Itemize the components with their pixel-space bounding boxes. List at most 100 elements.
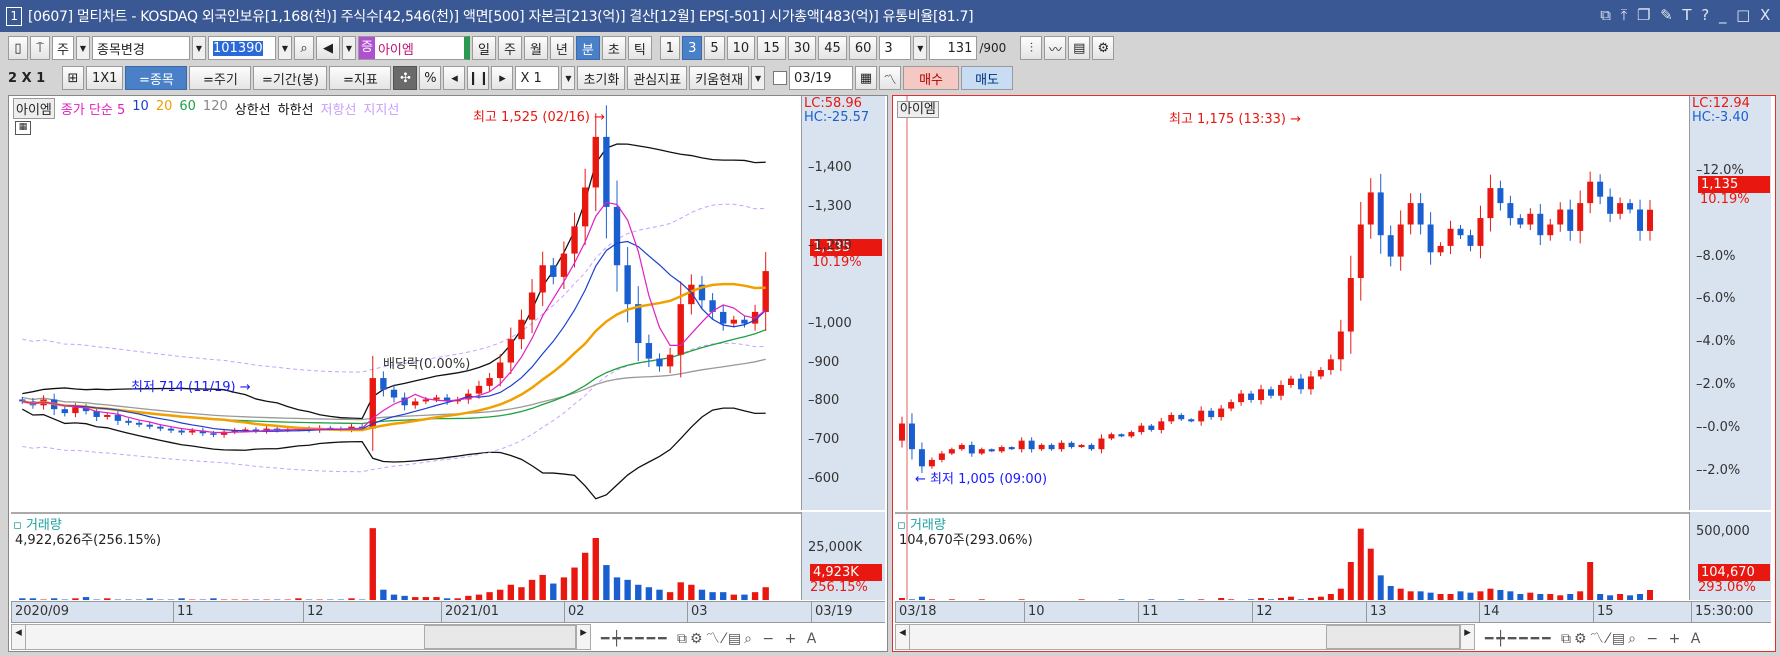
scroll-left-icon[interactable]: ◂ bbox=[12, 625, 26, 649]
legend-item[interactable]: 10 bbox=[132, 99, 149, 118]
chevron-down-icon[interactable]: ▼ bbox=[192, 36, 206, 60]
scroll-right-icon[interactable]: ▸ bbox=[1460, 625, 1474, 649]
window-control-3[interactable]: ✎ bbox=[1660, 6, 1673, 24]
window-control-0[interactable]: ⧉ bbox=[1600, 6, 1611, 24]
sync-stock-button[interactable]: =종목 bbox=[125, 66, 188, 90]
line-add-icon[interactable]: 〰 bbox=[1044, 36, 1067, 60]
gear-icon[interactable]: ⚙ bbox=[1092, 36, 1115, 60]
chevron-down-icon[interactable]: ▼ bbox=[561, 66, 576, 90]
scroll-thumb[interactable] bbox=[1326, 625, 1460, 649]
period-day[interactable]: 일 bbox=[472, 36, 496, 60]
window-control-1[interactable]: ⤒ bbox=[1621, 6, 1628, 24]
window-control-8[interactable]: X bbox=[1760, 6, 1770, 24]
window-control-4[interactable]: T bbox=[1682, 6, 1691, 24]
calendar-icon[interactable]: ▦ bbox=[855, 66, 878, 90]
legend-item[interactable]: 하한선 bbox=[278, 99, 314, 118]
date-checkbox[interactable] bbox=[773, 71, 788, 85]
horizontal-scrollbar[interactable]: ◂ ▸ bbox=[895, 624, 1475, 650]
sell-button[interactable]: 매도 bbox=[961, 66, 1014, 90]
date-input[interactable]: 03/19 bbox=[789, 66, 854, 90]
minute-45[interactable]: 45 bbox=[818, 36, 847, 60]
price-plot[interactable]: 아이엠 최고 1,175 (13:33) → ← 최저 1,005 (09:00… bbox=[895, 96, 1689, 510]
window-control-5[interactable]: ? bbox=[1701, 6, 1709, 24]
next-icon[interactable]: ▸ bbox=[491, 66, 514, 90]
table-icon[interactable]: ▦ bbox=[15, 121, 31, 135]
reset-button[interactable]: 초기화 bbox=[577, 66, 626, 90]
legend-item[interactable]: 상한선 bbox=[235, 99, 271, 118]
minute-5[interactable]: 5 bbox=[704, 36, 725, 60]
stock-label[interactable]: 아이엠 bbox=[13, 98, 55, 119]
scroll-thumb[interactable] bbox=[424, 625, 576, 649]
legend-item[interactable]: 20 bbox=[156, 99, 173, 118]
minute-60[interactable]: 60 bbox=[848, 36, 878, 60]
legend-item[interactable]: 120 bbox=[203, 99, 228, 118]
zoom-select[interactable]: X 1 bbox=[515, 66, 560, 90]
percent-button[interactable]: % bbox=[419, 66, 442, 90]
count-input[interactable]: 131 bbox=[929, 36, 978, 60]
change-stock-select[interactable]: 종목변경 bbox=[92, 36, 190, 60]
chart-lock-icon[interactable]: 〽 bbox=[879, 66, 902, 90]
horizontal-scrollbar[interactable]: ◂ ▸ bbox=[11, 624, 591, 650]
chevron-down-icon[interactable]: ▼ bbox=[342, 36, 356, 60]
stock-code-input[interactable]: 101390 bbox=[208, 36, 276, 60]
zoom-slider-icon[interactable]: ━┿━━━━ bbox=[601, 631, 670, 647]
search-icon[interactable]: ⌕ bbox=[294, 36, 314, 60]
legend-item[interactable]: 60 bbox=[179, 99, 196, 118]
candle-add-icon[interactable]: ⫶ bbox=[1020, 36, 1043, 60]
window-control-7[interactable]: □ bbox=[1736, 6, 1750, 24]
move-icon[interactable]: ✣ bbox=[393, 66, 418, 90]
prev-icon[interactable]: ◂ bbox=[443, 66, 466, 90]
percent-axis[interactable]: LC:12.94 HC:-3.40 1,135 10.19% –12.0% –8.… bbox=[1689, 96, 1771, 510]
unit-second[interactable]: 초 bbox=[601, 36, 626, 60]
legend-item[interactable]: 지지선 bbox=[363, 99, 399, 118]
tool-icons[interactable]: ⧉⚙〽⁄▤⌕ − + A bbox=[677, 631, 819, 647]
save-icon[interactable]: ▤ bbox=[1068, 36, 1091, 60]
chart-tools[interactable]: ━┿━━━━ ⧉⚙〽⁄▤⌕ − + A bbox=[1485, 628, 1703, 648]
layout-label[interactable]: 2 X 1 bbox=[8, 71, 60, 86]
grid-icon[interactable]: ⊞ bbox=[62, 66, 84, 90]
volume-plot[interactable]: ▫ 거래량 104,670주(293.06%) bbox=[895, 512, 1689, 600]
candle bbox=[380, 378, 387, 390]
legend-item[interactable]: 종가 단순 5 bbox=[61, 99, 125, 118]
sync-range-button[interactable]: =기간(봉) bbox=[253, 66, 328, 90]
chevron-down-icon[interactable]: ▼ bbox=[751, 66, 766, 90]
legend-item[interactable]: 저항선 bbox=[321, 99, 357, 118]
market-select[interactable]: 주 bbox=[52, 36, 74, 60]
sync-indicator-button[interactable]: =지표 bbox=[329, 66, 392, 90]
stock-label[interactable]: 아이엠 bbox=[897, 101, 939, 118]
sync-period-button[interactable]: =주기 bbox=[189, 66, 252, 90]
period-week[interactable]: 주 bbox=[497, 36, 522, 60]
zoom-slider-icon[interactable]: ━┿━━━━ bbox=[1485, 631, 1554, 647]
layout-1x1-button[interactable]: 1X1 bbox=[86, 66, 124, 90]
chevron-down-icon[interactable]: ▼ bbox=[913, 36, 928, 60]
interest-indicator-button[interactable]: 관심지표 bbox=[627, 66, 688, 90]
price-axis[interactable]: LC:58.96 HC:-25.57 1,135 10.19% –1,400 –1… bbox=[801, 96, 885, 510]
minute-3[interactable]: 3 bbox=[682, 36, 703, 60]
period-month[interactable]: 월 bbox=[523, 36, 548, 60]
window-control-6[interactable]: _ bbox=[1719, 6, 1727, 24]
panel-toggle-icon[interactable]: ▯ bbox=[8, 36, 28, 60]
kiwoom-current-button[interactable]: 키움현재 bbox=[689, 66, 750, 90]
chart-tools[interactable]: ━┿━━━━ ⧉⚙〽⁄▤⌕ − + A bbox=[601, 628, 819, 648]
volume-plot[interactable]: ▫ 거래량 4,922,626주(256.15%) bbox=[11, 512, 801, 600]
period-year[interactable]: 년 bbox=[549, 36, 574, 60]
chevron-down-icon[interactable]: ▼ bbox=[76, 36, 90, 60]
stock-name-field[interactable]: 증 아이엠 bbox=[358, 36, 470, 60]
sound-icon[interactable]: ◀︎ bbox=[316, 36, 340, 60]
pause-icon[interactable]: ❙❙ bbox=[467, 66, 490, 90]
minute-10[interactable]: 10 bbox=[726, 36, 756, 60]
minute-select[interactable]: 3 bbox=[879, 36, 912, 60]
scroll-right-icon[interactable]: ▸ bbox=[576, 625, 590, 649]
tool-icons[interactable]: ⧉⚙〽⁄▤⌕ − + A bbox=[1561, 631, 1703, 647]
minute-1[interactable]: 1 bbox=[659, 36, 681, 60]
chevron-down-icon[interactable]: ▼ bbox=[278, 36, 292, 60]
buy-button[interactable]: 매수 bbox=[903, 66, 960, 90]
price-plot[interactable]: 아이엠 종가 단순 5 10 20 60 120 상한선 하한선 저항선 지지선 ▦ 최고 1,… bbox=[11, 96, 801, 510]
scroll-left-icon[interactable]: ◂ bbox=[896, 625, 910, 649]
unit-tick[interactable]: 틱 bbox=[627, 36, 652, 60]
unit-minute[interactable]: 분 bbox=[575, 36, 600, 60]
minute-30[interactable]: 30 bbox=[787, 36, 817, 60]
window-control-2[interactable]: ❐ bbox=[1637, 6, 1650, 24]
minute-15[interactable]: 15 bbox=[757, 36, 786, 60]
pin-top-icon[interactable]: ⍑ bbox=[30, 36, 50, 60]
